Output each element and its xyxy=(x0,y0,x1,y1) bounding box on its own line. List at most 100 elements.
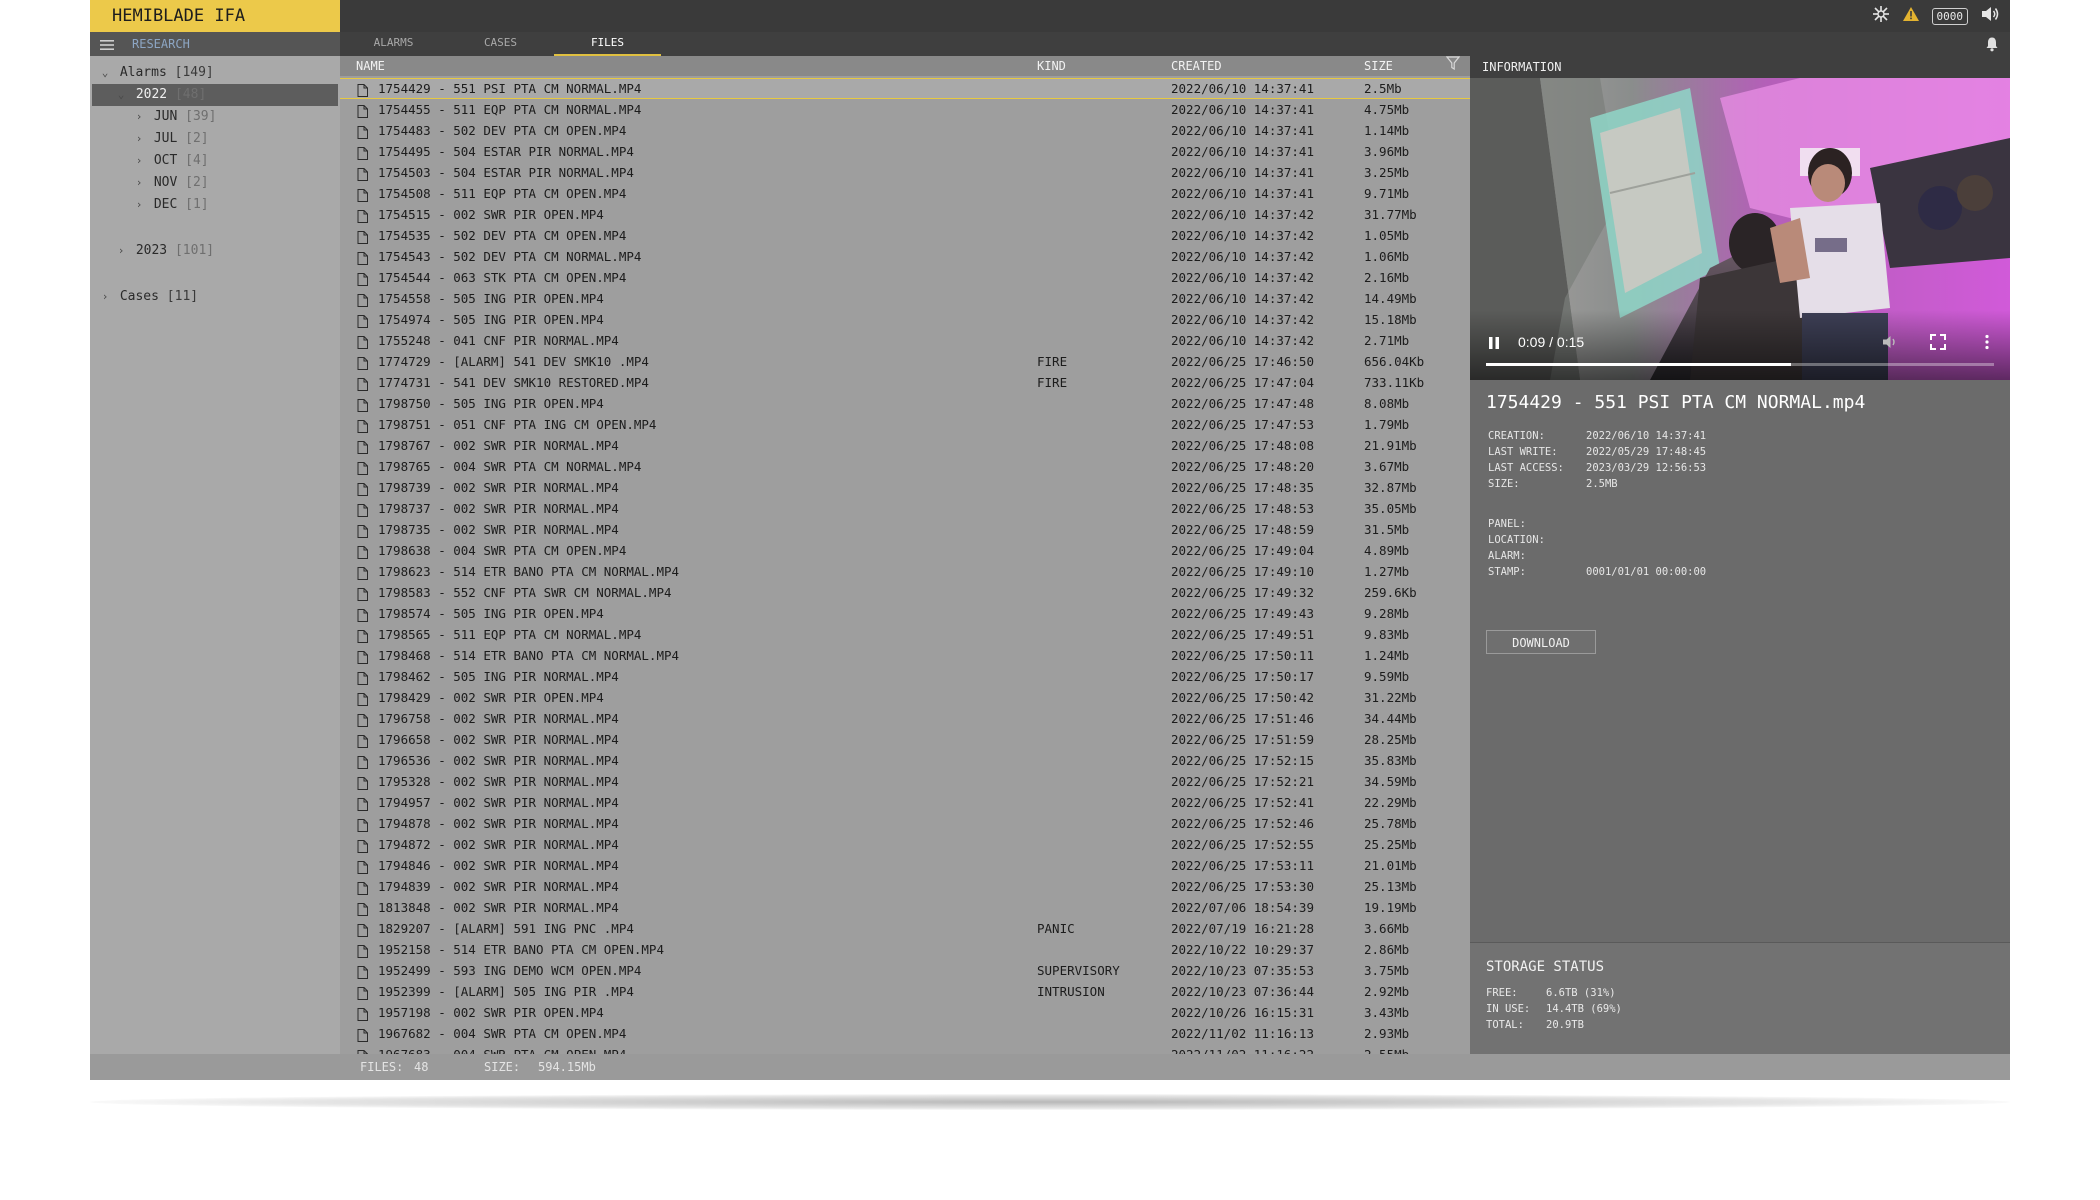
tree-item-dec[interactable]: › DEC [1] xyxy=(132,194,209,216)
table-row[interactable]: 1794872 - 002 SWR PIR NORMAL.MP4 2022/06/… xyxy=(340,834,1470,855)
file-name: 1798574 - 505 ING PIR OPEN.MP4 xyxy=(378,606,604,621)
file-created: 2022/11/02 11:16:13 xyxy=(1171,1026,1314,1041)
file-name: 1754508 - 511 EQP PTA CM OPEN.MP4 xyxy=(378,186,627,201)
table-row[interactable]: 1774731 - 541 DEV SMK10 RESTORED.MP4 FIRE… xyxy=(340,372,1470,393)
table-row[interactable]: 1798737 - 002 SWR PIR NORMAL.MP4 2022/06/… xyxy=(340,498,1470,519)
chevron-right-icon[interactable]: › xyxy=(114,240,128,262)
table-row[interactable]: 1755248 - 041 CNF PIR NORMAL.MP4 2022/06/… xyxy=(340,330,1470,351)
tree-item-alarms[interactable]: ⌄ Alarms [149] xyxy=(98,62,214,84)
meta-last-access: LAST ACCESS: 2023/03/29 12:56:53 xyxy=(1488,462,1706,474)
network-icon[interactable] xyxy=(1872,5,1890,27)
table-row[interactable]: 1798638 - 004 SWR PTA CM OPEN.MP4 2022/06… xyxy=(340,540,1470,561)
volume-icon[interactable] xyxy=(1882,334,1898,354)
file-name: 1798623 - 514 ETR BANO PTA CM NORMAL.MP4 xyxy=(378,564,680,579)
table-row[interactable]: 1952158 - 514 ETR BANO PTA CM OPEN.MP4 20… xyxy=(340,939,1470,960)
table-row[interactable]: 1829207 - [ALARM] 591 ING PNC .MP4 PANIC 2… xyxy=(340,918,1470,939)
table-row[interactable]: 1967683 - 004 SWR PTA CM OPEN.MP4 2022/11… xyxy=(340,1044,1470,1054)
file-name: 1794957 - 002 SWR PIR NORMAL.MP4 xyxy=(378,795,619,810)
table-row[interactable]: 1796658 - 002 SWR PIR NORMAL.MP4 2022/06/… xyxy=(340,729,1470,750)
table-row[interactable]: 1754429 - 551 PSI PTA CM NORMAL.MP4 2022/… xyxy=(340,78,1470,99)
research-link[interactable]: RESEARCH xyxy=(132,32,190,56)
table-row[interactable]: 1798565 - 511 EQP PTA CM NORMAL.MP4 2022/… xyxy=(340,624,1470,645)
chevron-down-icon[interactable]: ⌄ xyxy=(98,62,112,84)
chevron-down-icon[interactable]: ⌄ xyxy=(114,84,128,106)
file-size: 2.16Mb xyxy=(1364,270,1410,285)
file-name: 1796536 - 002 SWR PIR NORMAL.MP4 xyxy=(378,753,619,768)
chevron-right-icon[interactable]: › xyxy=(132,150,146,172)
files-table-header: NAME KIND CREATED SIZE xyxy=(340,56,1470,76)
tree-item-oct[interactable]: › OCT [4] xyxy=(132,150,209,172)
table-row[interactable]: 1794957 - 002 SWR PIR NORMAL.MP4 2022/06/… xyxy=(340,792,1470,813)
table-row[interactable]: 1798735 - 002 SWR PIR NORMAL.MP4 2022/06/… xyxy=(340,519,1470,540)
pause-icon[interactable] xyxy=(1488,335,1500,354)
table-row[interactable]: 1798767 - 002 SWR PIR NORMAL.MP4 2022/06/… xyxy=(340,435,1470,456)
table-row[interactable]: 1798623 - 514 ETR BANO PTA CM NORMAL.MP4… xyxy=(340,561,1470,582)
table-row[interactable]: 1796758 - 002 SWR PIR NORMAL.MP4 2022/06/… xyxy=(340,708,1470,729)
files-count-value: 48 xyxy=(414,1060,429,1074)
tree-item-2022[interactable]: ⌄ 2022 [48] xyxy=(114,84,207,106)
table-row[interactable]: 1754455 - 511 EQP PTA CM NORMAL.MP4 2022/… xyxy=(340,99,1470,120)
table-row[interactable]: 1754515 - 002 SWR PIR OPEN.MP4 2022/06/10… xyxy=(340,204,1470,225)
tree-item-2023[interactable]: › 2023 [101] xyxy=(114,240,214,262)
table-row[interactable]: 1754508 - 511 EQP PTA CM OPEN.MP4 2022/06… xyxy=(340,183,1470,204)
chevron-right-icon[interactable]: › xyxy=(132,172,146,194)
tree-item-cases[interactable]: › Cases [11] xyxy=(98,286,198,308)
table-row[interactable]: 1774729 - [ALARM] 541 DEV SMK10 .MP4 FIRE… xyxy=(340,351,1470,372)
chevron-right-icon[interactable]: › xyxy=(132,128,146,150)
file-size: 21.01Mb xyxy=(1364,858,1417,873)
table-row[interactable]: 1952499 - 593 ING DEMO WCM OPEN.MP4 SUPER… xyxy=(340,960,1470,981)
video-progress-bar[interactable] xyxy=(1486,363,1994,366)
table-row[interactable]: 1798429 - 002 SWR PIR OPEN.MP4 2022/06/25… xyxy=(340,687,1470,708)
table-row[interactable]: 1798765 - 004 SWR PTA CM NORMAL.MP4 2022/… xyxy=(340,456,1470,477)
tree-item-jun[interactable]: › JUN [39] xyxy=(132,106,217,128)
tree-item-jul[interactable]: › JUL [2] xyxy=(132,128,209,150)
chevron-right-icon[interactable]: › xyxy=(132,106,146,128)
table-row[interactable]: 1754483 - 502 DEV PTA CM OPEN.MP4 2022/06… xyxy=(340,120,1470,141)
table-row[interactable]: 1754544 - 063 STK PTA CM OPEN.MP4 2022/06… xyxy=(340,267,1470,288)
table-row[interactable]: 1794839 - 002 SWR PIR NORMAL.MP4 2022/06/… xyxy=(340,876,1470,897)
table-row[interactable]: 1794846 - 002 SWR PIR NORMAL.MP4 2022/06/… xyxy=(340,855,1470,876)
table-row[interactable]: 1957198 - 002 SWR PIR OPEN.MP4 2022/10/26… xyxy=(340,1002,1470,1023)
table-row[interactable]: 1796536 - 002 SWR PIR NORMAL.MP4 2022/06/… xyxy=(340,750,1470,771)
filter-icon[interactable] xyxy=(1445,56,1461,76)
more-icon[interactable] xyxy=(1984,334,1990,354)
table-row[interactable]: 1798583 - 552 CNF PTA SWR CM NORMAL.MP4 2… xyxy=(340,582,1470,603)
table-row[interactable]: 1798739 - 002 SWR PIR NORMAL.MP4 2022/06/… xyxy=(340,477,1470,498)
tab-files[interactable]: FILES xyxy=(554,32,661,56)
table-row[interactable]: 1795328 - 002 SWR PIR NORMAL.MP4 2022/06/… xyxy=(340,771,1470,792)
menu-icon[interactable] xyxy=(100,37,114,51)
warning-icon[interactable] xyxy=(1902,6,1920,26)
bell-icon[interactable] xyxy=(1984,36,2000,56)
column-name[interactable]: NAME xyxy=(356,56,385,76)
column-kind[interactable]: KIND xyxy=(1037,56,1066,76)
table-row[interactable]: 1813848 - 002 SWR PIR NORMAL.MP4 2022/07/… xyxy=(340,897,1470,918)
alert-counter[interactable]: 0000 xyxy=(1931,7,1968,25)
table-row[interactable]: 1798462 - 505 ING PIR NORMAL.MP4 2022/06/… xyxy=(340,666,1470,687)
table-row[interactable]: 1754535 - 502 DEV PTA CM OPEN.MP4 2022/06… xyxy=(340,225,1470,246)
table-row[interactable]: 1754558 - 505 ING PIR OPEN.MP4 2022/06/10… xyxy=(340,288,1470,309)
download-button[interactable]: DOWNLOAD xyxy=(1486,630,1596,654)
tree-item-nov[interactable]: › NOV [2] xyxy=(132,172,209,194)
column-created[interactable]: CREATED xyxy=(1171,56,1222,76)
table-row[interactable]: 1798750 - 505 ING PIR OPEN.MP4 2022/06/25… xyxy=(340,393,1470,414)
table-row[interactable]: 1754503 - 504 ESTAR PIR NORMAL.MP4 2022/0… xyxy=(340,162,1470,183)
table-row[interactable]: 1754495 - 504 ESTAR PIR NORMAL.MP4 2022/0… xyxy=(340,141,1470,162)
column-size[interactable]: SIZE xyxy=(1364,56,1393,76)
table-row[interactable]: 1952399 - [ALARM] 505 ING PIR .MP4 INTRUS… xyxy=(340,981,1470,1002)
table-row[interactable]: 1754543 - 502 DEV PTA CM NORMAL.MP4 2022/… xyxy=(340,246,1470,267)
tab-cases[interactable]: CASES xyxy=(447,32,554,56)
chevron-right-icon[interactable]: › xyxy=(98,286,112,308)
tree-item-label: OCT xyxy=(153,153,178,168)
fullscreen-icon[interactable] xyxy=(1930,334,1946,354)
table-row[interactable]: 1967682 - 004 SWR PTA CM OPEN.MP4 2022/11… xyxy=(340,1023,1470,1044)
meta-creation: CREATION: 2022/06/10 14:37:41 xyxy=(1488,430,1706,442)
chevron-right-icon[interactable]: › xyxy=(132,194,146,216)
table-row[interactable]: 1794878 - 002 SWR PIR NORMAL.MP4 2022/06/… xyxy=(340,813,1470,834)
video-player[interactable]: 0:09 / 0:15 xyxy=(1470,78,2010,380)
table-row[interactable]: 1754974 - 505 ING PIR OPEN.MP4 2022/06/10… xyxy=(340,309,1470,330)
table-row[interactable]: 1798468 - 514 ETR BANO PTA CM NORMAL.MP4… xyxy=(340,645,1470,666)
table-row[interactable]: 1798751 - 051 CNF PTA ING CM OPEN.MP4 202… xyxy=(340,414,1470,435)
speaker-icon[interactable] xyxy=(1980,5,2000,27)
table-row[interactable]: 1798574 - 505 ING PIR OPEN.MP4 2022/06/25… xyxy=(340,603,1470,624)
tab-alarms[interactable]: ALARMS xyxy=(340,32,447,56)
